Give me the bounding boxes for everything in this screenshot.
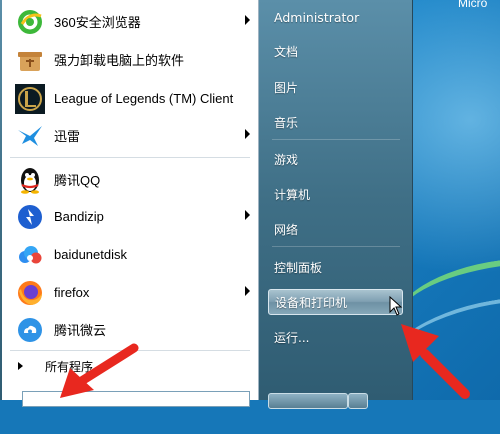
documents-link[interactable]: 文档 xyxy=(268,38,403,64)
shutdown-button[interactable] xyxy=(268,393,348,409)
program-label: 迅雷 xyxy=(54,129,81,144)
network-link[interactable]: 网络 xyxy=(268,216,403,242)
program-item-uninstaller[interactable]: 强力卸载电脑上的软件 xyxy=(2,41,258,78)
submenu-arrow-icon xyxy=(245,286,250,296)
program-label: League of Legends (TM) Client xyxy=(54,91,234,106)
submenu-arrow-icon xyxy=(245,210,250,220)
xunlei-bird-icon xyxy=(15,121,45,151)
program-item-xunlei[interactable]: 迅雷 xyxy=(2,117,258,154)
games-link[interactable]: 游戏 xyxy=(268,146,403,172)
divider xyxy=(272,139,400,140)
program-label: 强力卸载电脑上的软件 xyxy=(54,53,185,68)
program-label: Bandizip xyxy=(54,209,104,224)
program-item-baidunetdisk[interactable]: baidunetdisk xyxy=(2,236,258,273)
mouse-pointer-icon xyxy=(389,296,403,316)
expand-arrow-icon xyxy=(18,362,23,370)
weiyun-cloud-icon xyxy=(15,315,45,345)
music-link[interactable]: 音乐 xyxy=(268,109,403,135)
divider xyxy=(272,246,400,247)
bandizip-icon xyxy=(15,202,45,232)
program-label: baidunetdisk xyxy=(54,247,127,262)
desktop-corner-text: Micro xyxy=(458,0,488,10)
uninstaller-box-icon xyxy=(15,45,45,75)
baidunetdisk-icon xyxy=(15,240,45,270)
shutdown-options-button[interactable] xyxy=(348,393,368,409)
program-label: 腾讯QQ xyxy=(54,173,101,188)
league-of-legends-icon xyxy=(15,83,45,114)
divider xyxy=(10,157,250,158)
browser-360-icon xyxy=(15,7,45,37)
program-item-firefox[interactable]: firefox xyxy=(2,274,258,311)
computer-link[interactable]: 计算机 xyxy=(268,181,403,207)
program-item-360-browser[interactable]: 360安全浏览器 xyxy=(2,3,258,40)
annotation-arrow-icon xyxy=(401,324,470,399)
program-item-league-of-legends[interactable]: League of Legends (TM) Client xyxy=(2,80,258,117)
start-menu-places: Administrator 文档 图片 音乐 游戏 计算机 网络 控制面板 设备… xyxy=(258,0,412,400)
program-item-qq[interactable]: 腾讯QQ xyxy=(2,161,258,198)
submenu-arrow-icon xyxy=(245,15,250,25)
pictures-link[interactable]: 图片 xyxy=(268,74,403,100)
qq-penguin-icon xyxy=(15,165,45,195)
submenu-arrow-icon xyxy=(245,129,250,139)
program-label: 腾讯微云 xyxy=(54,323,107,338)
devices-and-printers-link[interactable]: 设备和打印机 xyxy=(268,289,403,315)
user-folder-link[interactable]: Administrator xyxy=(268,4,403,30)
program-label: firefox xyxy=(54,285,90,300)
program-label: 360安全浏览器 xyxy=(54,15,141,30)
program-item-bandizip[interactable]: Bandizip xyxy=(2,198,258,235)
annotation-arrow-icon xyxy=(60,343,139,398)
firefox-icon xyxy=(15,278,45,308)
run-link[interactable]: 运行... xyxy=(268,324,403,350)
control-panel-link[interactable]: 控制面板 xyxy=(268,254,403,280)
